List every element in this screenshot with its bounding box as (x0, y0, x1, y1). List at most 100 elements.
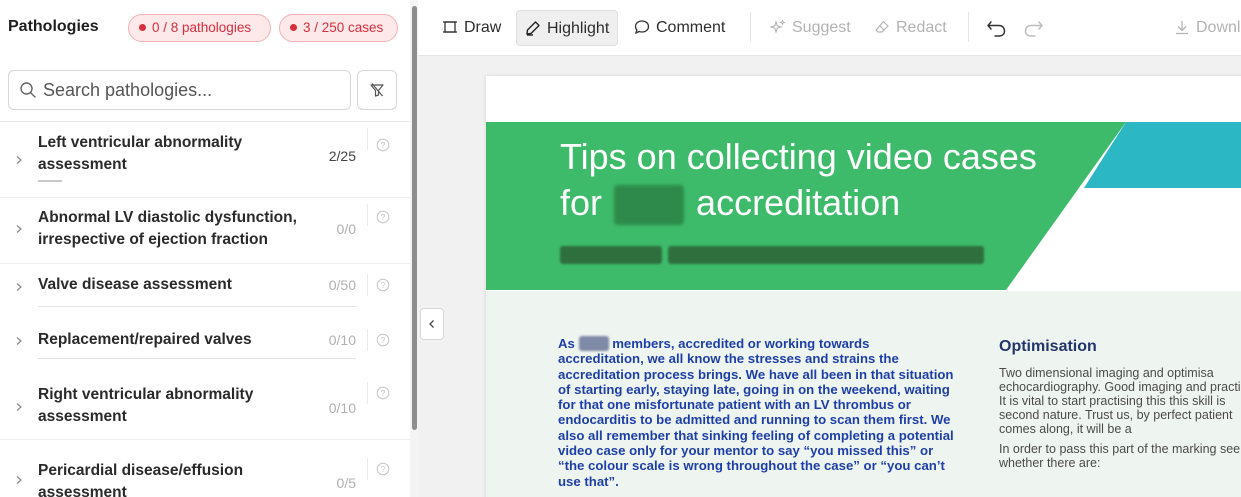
pathology-count: 0/10 (328, 332, 356, 348)
download-button[interactable]: Downlo (1174, 10, 1241, 46)
download-icon (1176, 21, 1188, 35)
search-input[interactable] (43, 77, 343, 103)
chevron-right-icon[interactable] (14, 224, 24, 234)
pathology-label: Pericardial disease/effusion assessment (38, 462, 244, 497)
pathology-row[interactable]: Left ventricular abnormality assessment … (0, 122, 410, 198)
pathology-count: 2/25 (328, 148, 356, 164)
pathology-label: Abnormal LV diastolic dysfunction, irres… (38, 209, 297, 248)
redact-label: Redact (896, 19, 947, 36)
chevron-right-icon[interactable] (14, 282, 24, 292)
redo-icon[interactable] (1022, 18, 1044, 38)
status-dot-icon (139, 24, 146, 31)
comment-icon (634, 20, 650, 35)
toolbar-separator (968, 12, 969, 42)
pathology-count: 0/10 (328, 400, 356, 416)
cases-count-badge: 3 / 250 cases (279, 14, 398, 42)
pathology-row[interactable]: Abnormal LV diastolic dysfunction, irres… (0, 198, 410, 264)
svg-text:?: ? (381, 336, 386, 345)
help-icon[interactable]: ? (376, 138, 390, 152)
eraser-icon (875, 20, 889, 33)
pathologies-count-badge: 0 / 8 pathologies (128, 14, 271, 42)
download-label: Downlo (1196, 19, 1241, 36)
intro-paragraph: As members, accredited or working toward… (558, 336, 958, 489)
section-body: Two dimensional imaging and optimisa ech… (999, 366, 1241, 476)
pathology-label: Left ventricular abnormality assessment (38, 134, 243, 173)
suggest-button[interactable]: Suggest (770, 10, 851, 46)
row-underline (38, 358, 356, 359)
section-heading: Optimisation (999, 338, 1097, 355)
svg-text:?: ? (381, 141, 386, 150)
search-icon (20, 82, 36, 98)
pathology-row[interactable]: Right ventricular abnormality assessment… (0, 366, 410, 440)
collapse-sidebar-button[interactable] (420, 308, 444, 340)
redacted-block (614, 185, 685, 226)
draw-frame-icon (443, 21, 457, 33)
annotation-toolbar: Draw Highlight Comment Suggest Redact Do… (418, 0, 1241, 56)
undo-icon[interactable] (986, 18, 1008, 38)
pathology-count: 0/50 (328, 277, 356, 293)
redacted-subtitle (668, 246, 984, 264)
document-title-line2: for accreditation (560, 180, 1080, 226)
document-title: Tips on collecting video cases for accre… (560, 134, 1080, 226)
pathology-row[interactable]: Valve disease assessment 0/50 ? (0, 264, 410, 314)
chevron-right-icon[interactable] (14, 402, 24, 412)
svg-text:?: ? (381, 281, 386, 290)
document-title-line1: Tips on collecting video cases (560, 136, 1037, 177)
draw-button[interactable]: Draw (442, 10, 501, 46)
intro-prefix: As (558, 336, 575, 351)
redacted-inline (578, 336, 609, 351)
help-icon[interactable]: ? (376, 210, 390, 224)
help-icon[interactable]: ? (376, 333, 390, 347)
row-separator (367, 329, 368, 351)
cases-count-text: 3 / 250 cases (303, 20, 384, 35)
sidebar-header: Pathologies 0 / 8 pathologies 3 / 250 ca… (0, 0, 410, 56)
filter-button[interactable] (357, 70, 397, 110)
suggest-label: Suggest (792, 19, 851, 36)
filter-off-icon (370, 83, 384, 97)
section-paragraph: In order to pass this part of the markin… (999, 442, 1241, 470)
title-prefix: for (560, 182, 603, 223)
help-icon[interactable]: ? (376, 462, 390, 476)
pathology-row[interactable]: Replacement/repaired valves 0/10 ? (0, 314, 410, 366)
chevron-right-icon[interactable] (14, 155, 24, 165)
chevron-left-icon (429, 320, 434, 328)
pathology-label: Replacement/repaired valves (38, 331, 252, 348)
svg-text:?: ? (381, 213, 386, 222)
sidebar-scrollbar-thumb[interactable] (412, 6, 417, 430)
row-underline (38, 306, 356, 307)
pathology-count: 0/0 (336, 221, 356, 237)
comment-label: Comment (656, 19, 726, 36)
pathology-row[interactable]: Pericardial disease/effusion assessment … (0, 440, 410, 497)
sidebar-title: Pathologies (8, 18, 99, 35)
pathologies-count-text: 0 / 8 pathologies (152, 20, 252, 35)
highlighter-icon (526, 21, 540, 36)
search-box[interactable] (8, 70, 351, 110)
svg-text:?: ? (381, 389, 386, 398)
pathology-label: Valve disease assessment (38, 276, 232, 293)
pathology-label: Right ventricular abnormality assessment (38, 386, 254, 425)
sparkle-icon (770, 19, 786, 34)
highlight-button[interactable]: Highlight (516, 10, 619, 46)
row-separator (367, 458, 368, 480)
title-suffix: accreditation (696, 182, 901, 223)
row-separator (367, 128, 368, 150)
section-paragraph: Two dimensional imaging and optimisa ech… (999, 366, 1241, 436)
help-icon[interactable]: ? (376, 386, 390, 400)
chevron-right-icon[interactable] (14, 475, 24, 485)
comment-button[interactable]: Comment (634, 10, 725, 46)
redacted-subtitle (560, 246, 662, 264)
row-separator (367, 204, 368, 226)
chevron-right-icon[interactable] (14, 336, 24, 346)
row-separator (367, 382, 368, 404)
redact-button[interactable]: Redact (874, 10, 947, 46)
progress-bar (38, 180, 62, 182)
row-separator (367, 274, 368, 296)
document-page[interactable]: Tips on collecting video cases for accre… (486, 76, 1241, 497)
intro-text: members, accredited or working towards a… (558, 336, 954, 489)
status-dot-icon (290, 24, 297, 31)
pathologies-sidebar: Pathologies 0 / 8 pathologies 3 / 250 ca… (0, 0, 410, 497)
draw-label: Draw (464, 19, 502, 36)
help-icon[interactable]: ? (376, 278, 390, 292)
svg-text:?: ? (381, 465, 386, 474)
pathology-count: 0/5 (336, 475, 356, 491)
